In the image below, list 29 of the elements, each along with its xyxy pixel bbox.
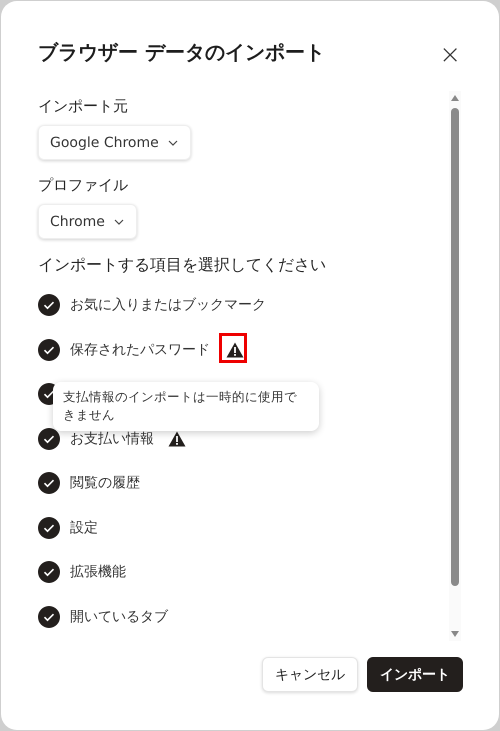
item-label: 設定 — [70, 518, 98, 537]
scroll-down-icon — [451, 631, 459, 637]
scroll-up-icon — [451, 95, 459, 101]
close-button[interactable]: × — [437, 42, 463, 68]
chevron-icon — [114, 218, 124, 224]
section-heading: インポートする項目を選択してください — [38, 254, 327, 276]
field-label: インポート元 — [38, 96, 129, 117]
item-label: 開いているタブ — [70, 608, 168, 626]
checkbox[interactable] — [38, 516, 60, 539]
item-label: お支払い情報 — [70, 430, 154, 448]
scroll-thumb[interactable] — [451, 108, 459, 586]
cancel-button[interactable]: キャンセル — [262, 657, 358, 692]
checkbox[interactable] — [38, 561, 60, 584]
tooltip: 支払情報のインポートは一時的に使用できません — [53, 382, 319, 431]
dropdown[interactable]: Google Chrome — [38, 125, 191, 160]
dropdown[interactable]: Chrome — [38, 204, 137, 239]
checkbox[interactable] — [38, 338, 60, 361]
item-label: 拡張機能 — [70, 563, 126, 582]
field-label: プロファイル — [38, 175, 129, 196]
chevron-icon — [168, 140, 178, 146]
checkbox[interactable] — [38, 428, 60, 450]
import-button[interactable]: インポート — [367, 657, 463, 692]
dialog-title: ブラウザー データのインポート — [38, 38, 325, 66]
checkbox[interactable] — [38, 606, 60, 628]
item-label: お気に入りまたはブックマーク — [70, 296, 266, 314]
checkbox[interactable] — [38, 472, 60, 494]
item-label: 閲覧の履歴 — [70, 474, 140, 492]
checkbox[interactable] — [38, 294, 60, 316]
item-label: 保存されたパスワード — [70, 340, 210, 359]
